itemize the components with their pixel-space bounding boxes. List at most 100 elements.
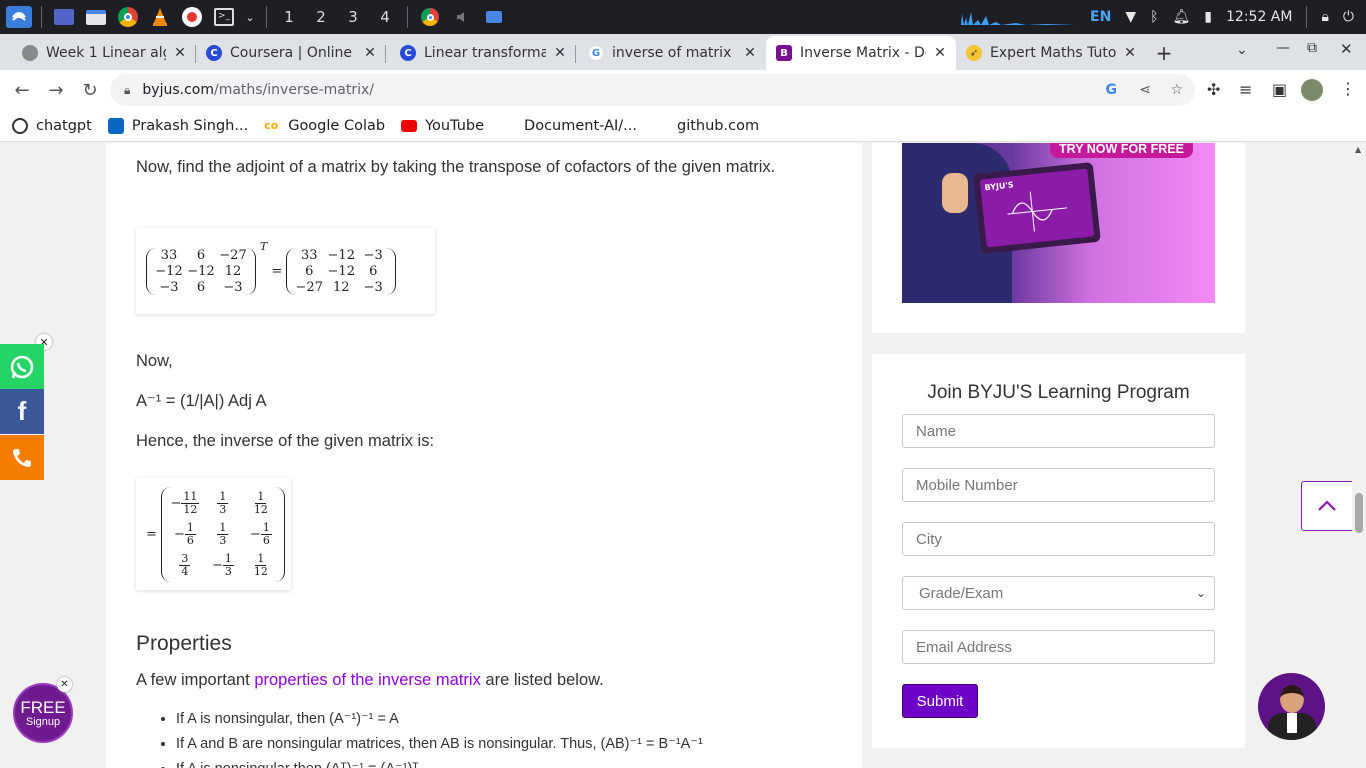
bookmark-star-icon[interactable]: ☆ [1170,82,1183,98]
side-panel-icon[interactable]: ▣ [1272,80,1287,99]
matrix-cell: −3 [159,279,179,295]
restore-icon[interactable]: ⧉ [1307,40,1317,56]
bluetooth-icon[interactable]: ᛒ [1150,9,1158,25]
free-signup-button[interactable]: FREE Signup [13,683,73,743]
workspace-1[interactable]: 1 [273,4,305,30]
bookmark-chatgpt[interactable]: chatgpt [12,117,92,134]
terminal-icon[interactable]: >_ [211,6,237,28]
bookmark-linkedin[interactable]: Prakash Singh... [107,117,248,134]
tab-title: Coursera | Online C [230,45,356,61]
bookmark-github[interactable]: github.com [677,118,759,134]
inverse-formula: A⁻¹ = (1/|A|) Adj A [136,392,267,410]
media-control-icon[interactable]: ≡ [1239,80,1252,99]
cofactor-matrix: 33 6 −27 −12 −12 12 −3 6 −3 [146,247,256,295]
workspace-4[interactable]: 4 [369,4,401,30]
tab-inverse-matrix[interactable]: B Inverse Matrix - De ✕ [766,36,956,70]
speaker-icon[interactable] [449,6,475,28]
lock-icon[interactable]: 🔒︎ [124,83,130,98]
whatsapp-button[interactable] [0,344,44,389]
close-tab-icon[interactable]: ✕ [552,45,568,61]
clock[interactable]: 12:52 AM [1226,9,1292,25]
mobile-number-field[interactable]: Mobile Number [902,468,1215,502]
lock-icon[interactable]: 🔒︎ [1321,9,1328,25]
facebook-icon: f [17,396,27,426]
facebook-button[interactable]: f [0,389,44,434]
whatsapp-icon [10,355,34,378]
matrix-cell: 12 [224,263,242,279]
bell-icon[interactable]: 🔔︎ [1173,9,1191,25]
page-scrollbar[interactable]: ▲ [1352,143,1366,768]
tab-coursera[interactable]: C Coursera | Online C ✕ [196,36,386,70]
forward-icon[interactable]: → [40,74,72,106]
tab-search-icon[interactable]: ⌄ [1236,42,1248,58]
workspace-2[interactable]: 2 [305,4,337,30]
back-to-top-button[interactable] [1301,481,1353,531]
language-indicator[interactable]: EN [1090,9,1111,25]
close-window-icon[interactable]: ✕ [1340,40,1353,58]
close-signup-icon[interactable]: ✕ [57,677,72,692]
matrix-cell: −3 [223,279,243,295]
properties-link[interactable]: properties of the inverse matrix [254,671,481,689]
file-manager-icon[interactable] [83,6,109,28]
matrix-cell: 13 [217,489,229,516]
scrollbar-thumb[interactable] [1355,493,1363,533]
reload-icon[interactable]: ↻ [74,74,106,106]
tab-expert-maths[interactable]: ➶ Expert Maths Tuto ✕ [956,36,1146,70]
menu-icon[interactable]: ⋮ [1340,79,1356,98]
extensions-icon[interactable]: ✣ [1207,80,1220,99]
try-now-badge[interactable]: TRY NOW FOR FREE [1050,143,1193,158]
profile-avatar[interactable] [1301,79,1323,101]
email-field[interactable]: Email Address [902,630,1215,664]
matrix-cell: −27 [219,247,247,263]
address-bar[interactable]: 🔒︎ byjus.com/maths/inverse-matrix/ G ⋖ ☆ [110,74,1195,106]
tab-linear-transformation[interactable]: C Linear transforma ✕ [386,36,576,70]
submit-button[interactable]: Submit [902,684,978,718]
battery-icon[interactable]: ▮ [1204,9,1212,25]
close-tab-icon[interactable]: ✕ [932,45,948,61]
name-field[interactable]: Name [902,414,1215,448]
chrome-icon[interactable] [115,6,141,28]
matrix-cell: −12 [327,247,355,263]
matrix-cell: 34 [179,551,191,578]
close-tab-icon[interactable]: ✕ [172,45,188,61]
city-field[interactable]: City [902,522,1215,556]
transpose-superscript: T [260,239,268,253]
tab-google-search[interactable]: G inverse of matrix - ✕ [576,36,766,70]
phone-button[interactable] [0,435,44,480]
show-desktop-icon[interactable] [51,6,77,28]
close-tab-icon[interactable]: ✕ [362,45,378,61]
bookmark-document-ai[interactable]: Document-AI/... [524,118,637,134]
power-icon[interactable]: ⏻ [1343,9,1354,25]
minimize-icon[interactable]: — [1276,40,1290,56]
new-tab-button[interactable]: + [1146,36,1182,70]
chat-tutor-avatar[interactable] [1258,673,1325,740]
workspace-3[interactable]: 3 [337,4,369,30]
folder-window-icon[interactable] [481,6,507,28]
close-tab-icon[interactable]: ✕ [742,45,758,61]
chevron-up-icon [1318,500,1336,511]
scroll-up-icon[interactable]: ▲ [1355,145,1361,154]
close-tab-icon[interactable]: ✕ [1122,45,1138,61]
tab-week1[interactable]: Week 1 Linear alge ✕ [0,36,196,70]
tab-title: Inverse Matrix - De [800,45,926,61]
vlc-icon[interactable] [147,6,173,28]
grade-selected-value: Grade/Exam [919,584,1004,602]
google-lens-icon[interactable]: G [1106,82,1118,98]
grade-exam-select[interactable]: Grade/Exam ⌄ [902,576,1215,610]
properties-heading: Properties [136,632,232,655]
share-icon[interactable]: ⋖ [1139,82,1151,98]
bookmark-label: Google Colab [288,117,386,134]
wifi-icon[interactable]: ▼ [1125,9,1136,25]
google-icon: G [588,45,604,61]
app-menu-icon[interactable] [6,6,32,28]
matrix-cell: 6 [305,263,314,279]
bookmark-colab[interactable]: co Google Colab [264,118,385,134]
form-title: Join BYJU'S Learning Program [927,382,1190,403]
url-domain: byjus.com [142,82,214,98]
chevron-down-icon[interactable]: ⌄ [243,6,257,28]
recorder-icon[interactable] [179,6,205,28]
back-icon[interactable]: ← [6,74,38,106]
chrome-window-icon[interactable] [417,6,443,28]
promo-banner-image[interactable]: BYJU'S TRY NOW FOR FREE [902,143,1215,303]
bookmark-youtube[interactable]: YouTube [401,118,484,134]
